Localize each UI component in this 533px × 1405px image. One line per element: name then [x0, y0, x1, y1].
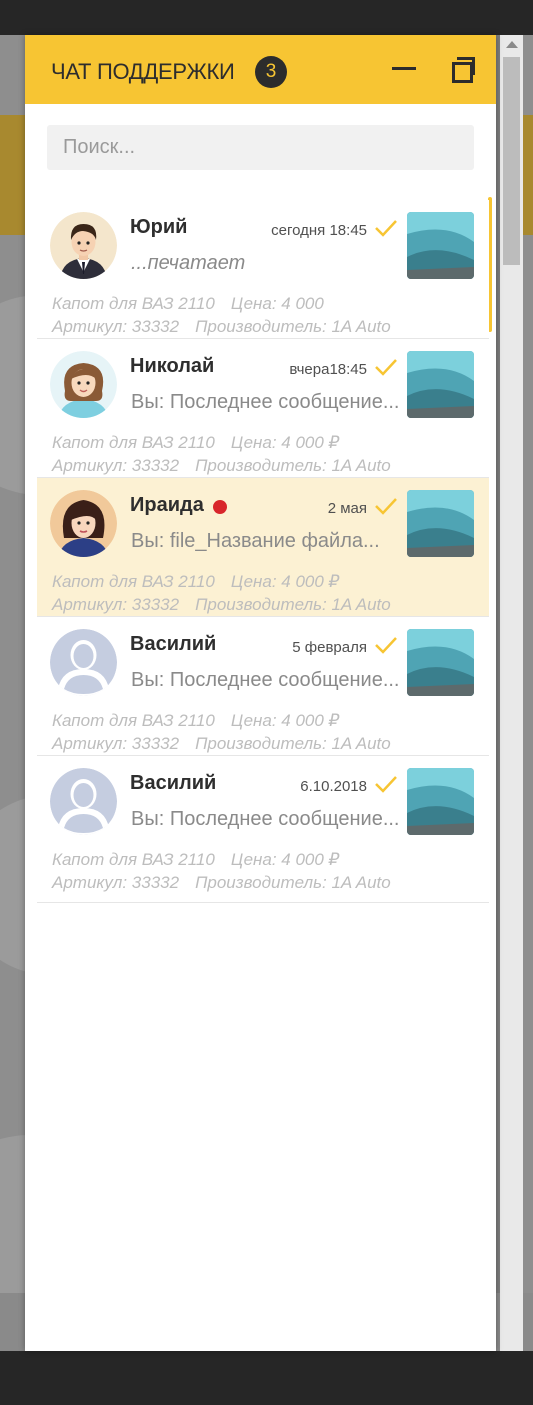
contact-name: Василий [130, 772, 217, 794]
product-thumbnail [407, 212, 474, 279]
avatar-man-icon [50, 212, 117, 279]
message-time: сегодня 18:45 [271, 222, 367, 239]
chat-list-item[interactable]: Василий 5 февраля Вы: Последнее сообщени… [37, 617, 489, 756]
check-icon [375, 220, 397, 237]
product-name: Капот для ВАЗ 2110 [52, 711, 215, 730]
product-article: Артикул: 33332 [52, 456, 180, 475]
product-price: Цена: 4 000 [230, 294, 324, 313]
product-maker: Производитель: 1A Auto [195, 734, 391, 753]
avatar-woman-icon [50, 351, 117, 418]
page-scrollbar[interactable] [500, 35, 523, 1351]
chat-header: ЧАТ ПОДДЕРЖКИ 3 [25, 35, 496, 104]
check-icon [375, 637, 397, 654]
product-article: Артикул: 33332 [52, 873, 180, 892]
product-maker: Производитель: 1A Auto [195, 456, 391, 475]
chat-list: Юрий сегодня 18:45 ...печатает Капот для… [37, 200, 489, 903]
product-price: Цена: 4 000 ₽ [230, 433, 340, 452]
product-article: Артикул: 33332 [52, 734, 180, 753]
chat-list-item[interactable]: Юрий сегодня 18:45 ...печатает Капот для… [37, 200, 489, 339]
message-time: вчера18:45 [289, 361, 367, 378]
product-price: Цена: 4 000 ₽ [230, 850, 340, 869]
minimize-icon[interactable] [392, 55, 418, 81]
product-thumbnail [407, 490, 474, 557]
chat-title: ЧАТ ПОДДЕРЖКИ [51, 59, 235, 84]
product-article: Артикул: 33332 [52, 317, 180, 336]
scroll-up-arrow-icon[interactable] [506, 41, 518, 48]
message-preview: Вы: file_Название файла... [131, 530, 380, 552]
chat-list-item[interactable]: Николай вчера18:45 Вы: Последнее сообщен… [37, 339, 489, 478]
contact-name: Николай [130, 355, 215, 377]
product-name: Капот для ВАЗ 2110 [52, 850, 215, 869]
message-time: 6.10.2018 [300, 778, 367, 795]
support-chat-widget: ЧАТ ПОДДЕРЖКИ 3 Поиск... Юрий сегодня 18… [25, 35, 496, 1351]
avatar-woman-icon [50, 490, 117, 557]
contact-name: Юрий [130, 216, 188, 238]
message-preview: Вы: Последнее сообщение... [131, 808, 400, 830]
restore-window-icon[interactable] [450, 55, 476, 83]
check-icon [375, 359, 397, 376]
search-input[interactable] [47, 125, 474, 170]
product-price: Цена: 4 000 ₽ [230, 572, 340, 591]
message-preview: Вы: Последнее сообщение... [131, 391, 400, 413]
contact-name: Ираида [130, 494, 204, 516]
check-icon [375, 498, 397, 515]
product-meta: Капот для ВАЗ 2110 Цена: 4 000 Артикул: 3… [52, 292, 391, 338]
unread-count-badge: 3 [255, 56, 287, 88]
product-thumbnail [407, 351, 474, 418]
chat-list-item-active[interactable]: Ираида 2 мая Вы: file_Название файла... … [37, 478, 489, 617]
product-meta: Капот для ВАЗ 2110 Цена: 4 000 ₽ Артикул:… [52, 709, 391, 755]
product-maker: Производитель: 1A Auto [195, 873, 391, 892]
message-preview: Вы: Последнее сообщение... [131, 669, 400, 691]
product-name: Капот для ВАЗ 2110 [52, 572, 215, 591]
product-thumbnail [407, 629, 474, 696]
avatar-placeholder-icon [50, 768, 117, 835]
check-icon [375, 776, 397, 793]
unread-dot-icon [213, 500, 227, 514]
message-time: 2 мая [327, 500, 367, 517]
product-meta: Капот для ВАЗ 2110 Цена: 4 000 ₽ Артикул:… [52, 570, 391, 616]
chat-list-item[interactable]: Василий 6.10.2018 Вы: Последнее сообщени… [37, 756, 489, 903]
message-time: 5 февраля [292, 639, 367, 656]
product-article: Артикул: 33332 [52, 595, 180, 614]
page-scrollbar-thumb[interactable] [503, 57, 520, 265]
product-name: Капот для ВАЗ 2110 [52, 294, 215, 313]
product-maker: Производитель: 1A Auto [195, 317, 391, 336]
product-meta: Капот для ВАЗ 2110 Цена: 4 000 ₽ Артикул:… [52, 431, 391, 477]
avatar-placeholder-icon [50, 629, 117, 696]
product-thumbnail [407, 768, 474, 835]
product-meta: Капот для ВАЗ 2110 Цена: 4 000 ₽ Артикул:… [52, 848, 391, 894]
product-name: Капот для ВАЗ 2110 [52, 433, 215, 452]
product-price: Цена: 4 000 ₽ [230, 711, 340, 730]
message-preview: ...печатает [131, 252, 246, 274]
contact-name: Василий [130, 633, 217, 655]
product-maker: Производитель: 1A Auto [195, 595, 391, 614]
